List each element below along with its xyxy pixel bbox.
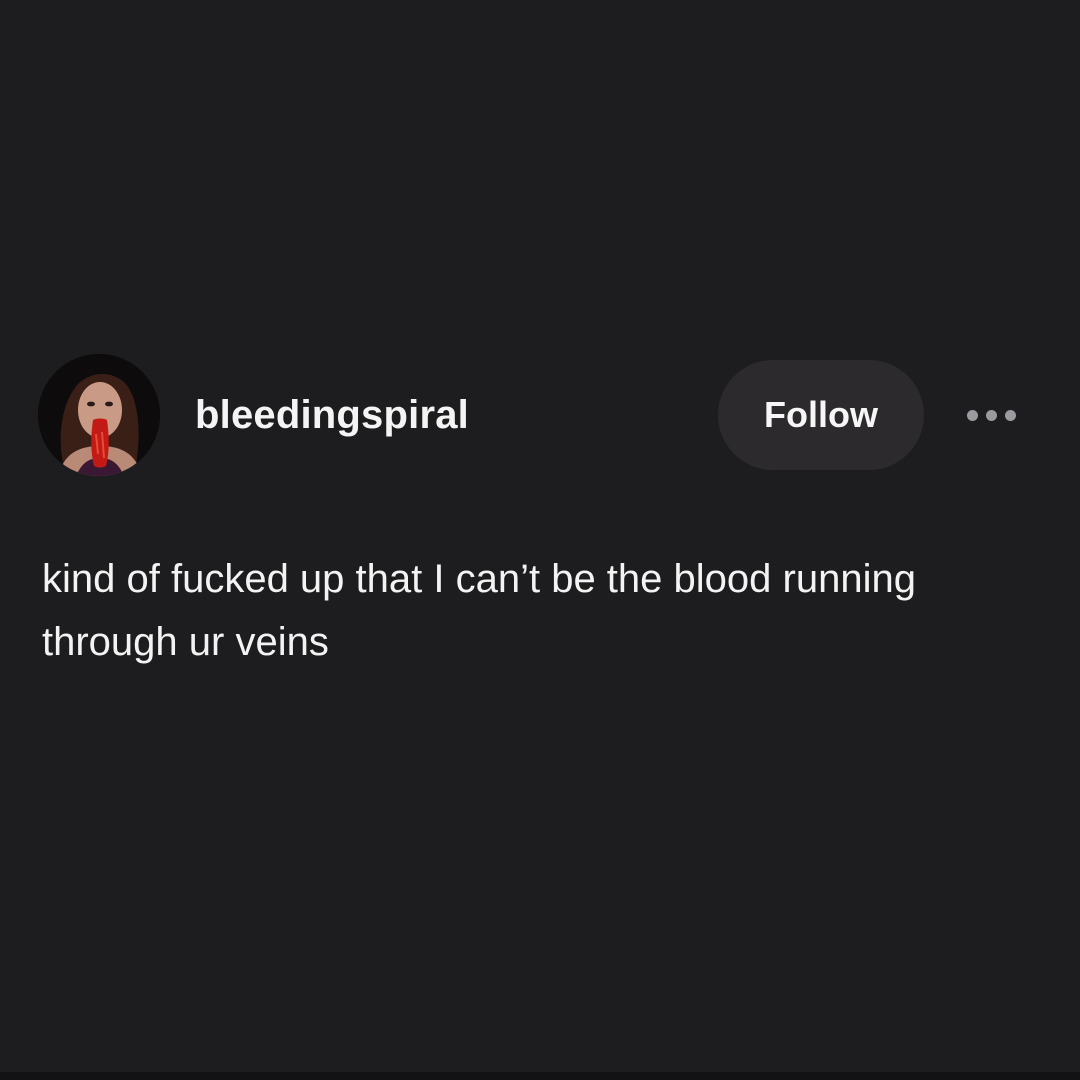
post-card: bleedingspiral Follow kind of fucked up … xyxy=(0,0,1080,1080)
dot-icon xyxy=(966,409,978,421)
username[interactable]: bleedingspiral xyxy=(195,390,469,440)
dot-icon xyxy=(985,409,997,421)
dot-icon xyxy=(1004,409,1016,421)
avatar-image xyxy=(38,354,160,476)
post-text: kind of fucked up that I can’t be the bl… xyxy=(42,557,916,664)
follow-button[interactable]: Follow xyxy=(718,360,924,470)
bottom-edge xyxy=(0,1072,1080,1080)
avatar[interactable] xyxy=(38,354,160,476)
more-options-icon[interactable] xyxy=(958,398,1024,432)
post-header: bleedingspiral Follow xyxy=(38,354,1042,476)
